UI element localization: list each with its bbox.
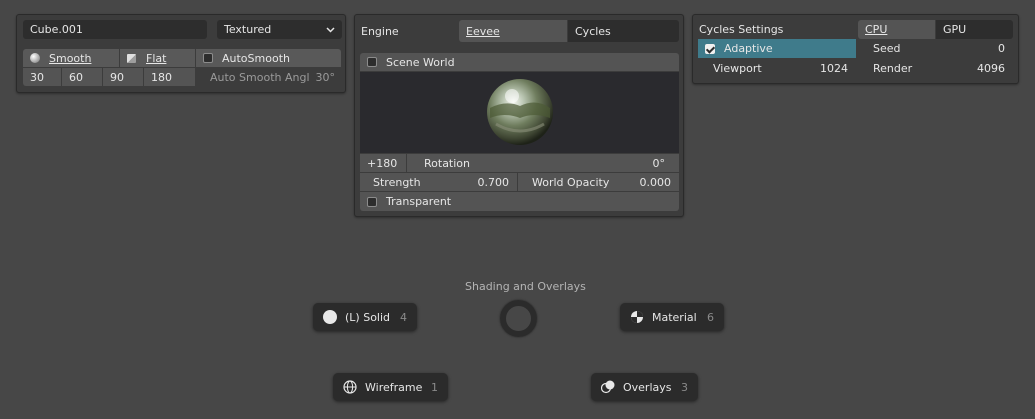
world-opacity-slider[interactable]: World Opacity 0.000: [518, 173, 679, 191]
pie-item-wireframe-key: 1: [431, 380, 438, 394]
seed-field[interactable]: Seed 0: [857, 39, 1013, 58]
flat-button[interactable]: Flat: [120, 49, 195, 67]
pie-menu-title: Shading and Overlays: [465, 280, 586, 293]
scene-world-label: Scene World: [386, 55, 455, 69]
autosmooth-label: AutoSmooth: [222, 51, 290, 65]
object-panel: Cube.001 Textured Smooth Flat AutoSmooth…: [16, 14, 346, 93]
pie-menu-center-ring: [500, 300, 537, 337]
autosmooth-angle-label: Auto Smooth Angl: [210, 70, 310, 84]
seed-value: 0: [998, 42, 1005, 55]
pie-item-overlays-label: Overlays: [623, 380, 672, 394]
render-value: 4096: [977, 62, 1005, 75]
autosmooth-checkbox[interactable]: [203, 53, 213, 63]
pie-item-overlays-key: 3: [681, 380, 688, 394]
engine-tab-eevee[interactable]: Eevee: [459, 20, 567, 42]
rotation-field[interactable]: Rotation 0°: [407, 154, 679, 172]
cycles-settings-title: Cycles Settings: [699, 23, 784, 36]
angle-preset-button[interactable]: 180: [144, 68, 195, 86]
device-tab-gpu[interactable]: GPU: [936, 20, 1013, 39]
engine-label: Engine: [361, 25, 399, 38]
solid-shading-icon: [323, 310, 337, 324]
angle-preset-button[interactable]: 90: [103, 68, 143, 86]
object-name-field[interactable]: Cube.001: [23, 20, 207, 39]
smooth-button[interactable]: Smooth: [23, 49, 119, 67]
material-shading-icon: [631, 311, 643, 323]
world-opacity-value: 0.000: [639, 175, 672, 189]
scene-world-checkbox[interactable]: [367, 57, 377, 67]
pie-item-wireframe[interactable]: Wireframe 1: [333, 373, 448, 401]
device-tab-cpu-label: CPU: [865, 23, 888, 36]
render-label: Render: [873, 62, 913, 75]
hdri-sphere-icon: [487, 79, 553, 145]
adaptive-checkbox[interactable]: [705, 43, 715, 54]
adaptive-label: Adaptive: [724, 42, 773, 55]
hdri-preview[interactable]: [360, 72, 679, 153]
strength-value: 0.700: [477, 175, 510, 189]
smooth-label: Smooth: [49, 51, 92, 65]
engine-tab-eevee-label: Eevee: [466, 24, 500, 38]
display-mode-value: Textured: [224, 23, 272, 36]
pie-item-solid-label: (L) Solid: [345, 310, 391, 324]
viewport-label: Viewport: [713, 62, 762, 75]
autosmooth-angle-value: 30°: [315, 70, 336, 84]
overlays-icon: [601, 380, 615, 394]
pie-item-wireframe-label: Wireframe: [365, 380, 423, 394]
viewport-samples-field[interactable]: Viewport 1024: [698, 59, 856, 78]
chevron-down-icon: [326, 26, 335, 33]
transparent-checkbox[interactable]: [367, 196, 377, 207]
rotation-offset-button[interactable]: +180: [360, 154, 406, 172]
transparent-label: Transparent: [386, 195, 452, 208]
rotation-value: 0°: [652, 156, 666, 170]
autosmooth-toggle[interactable]: AutoSmooth: [196, 49, 341, 67]
flat-cube-icon: [127, 53, 136, 63]
angle-preset-button[interactable]: 60: [62, 68, 102, 86]
pie-item-solid-key: 4: [400, 310, 407, 324]
device-tab-cpu[interactable]: CPU: [858, 20, 935, 39]
pie-item-overlays[interactable]: Overlays 3: [591, 373, 698, 401]
engine-tab-cycles-label: Cycles: [575, 24, 611, 38]
cycles-settings-panel: Cycles Settings CPU GPU Adaptive Seed 0 …: [692, 14, 1019, 84]
scene-world-toggle[interactable]: Scene World: [360, 53, 679, 71]
smooth-sphere-icon: [30, 53, 40, 63]
strength-slider[interactable]: Strength 0.700: [360, 173, 517, 191]
transparent-toggle[interactable]: Transparent: [360, 192, 679, 211]
wireframe-shading-icon: [343, 380, 357, 394]
render-samples-field[interactable]: Render 4096: [857, 59, 1013, 78]
pie-item-material-label: Material: [652, 310, 697, 324]
flat-label: Flat: [146, 51, 167, 65]
adaptive-toggle[interactable]: Adaptive: [698, 39, 856, 58]
engine-tab-cycles[interactable]: Cycles: [568, 20, 679, 42]
seed-label: Seed: [873, 42, 901, 55]
pie-item-material[interactable]: Material 6: [620, 303, 724, 331]
autosmooth-angle-field[interactable]: Auto Smooth Angl 30°: [196, 68, 341, 86]
pie-item-material-key: 6: [707, 310, 714, 324]
world-opacity-label: World Opacity: [532, 175, 610, 189]
rotation-label: Rotation: [424, 156, 471, 170]
pie-item-solid[interactable]: (L) Solid 4: [313, 303, 417, 331]
device-tab-gpu-label: GPU: [943, 23, 967, 36]
angle-preset-button[interactable]: 30: [23, 68, 61, 86]
display-mode-dropdown[interactable]: Textured: [217, 20, 342, 39]
strength-label: Strength: [373, 175, 421, 189]
viewport-value: 1024: [820, 62, 848, 75]
render-panel: Engine Eevee Cycles Scene World +180 Rot…: [354, 14, 684, 217]
